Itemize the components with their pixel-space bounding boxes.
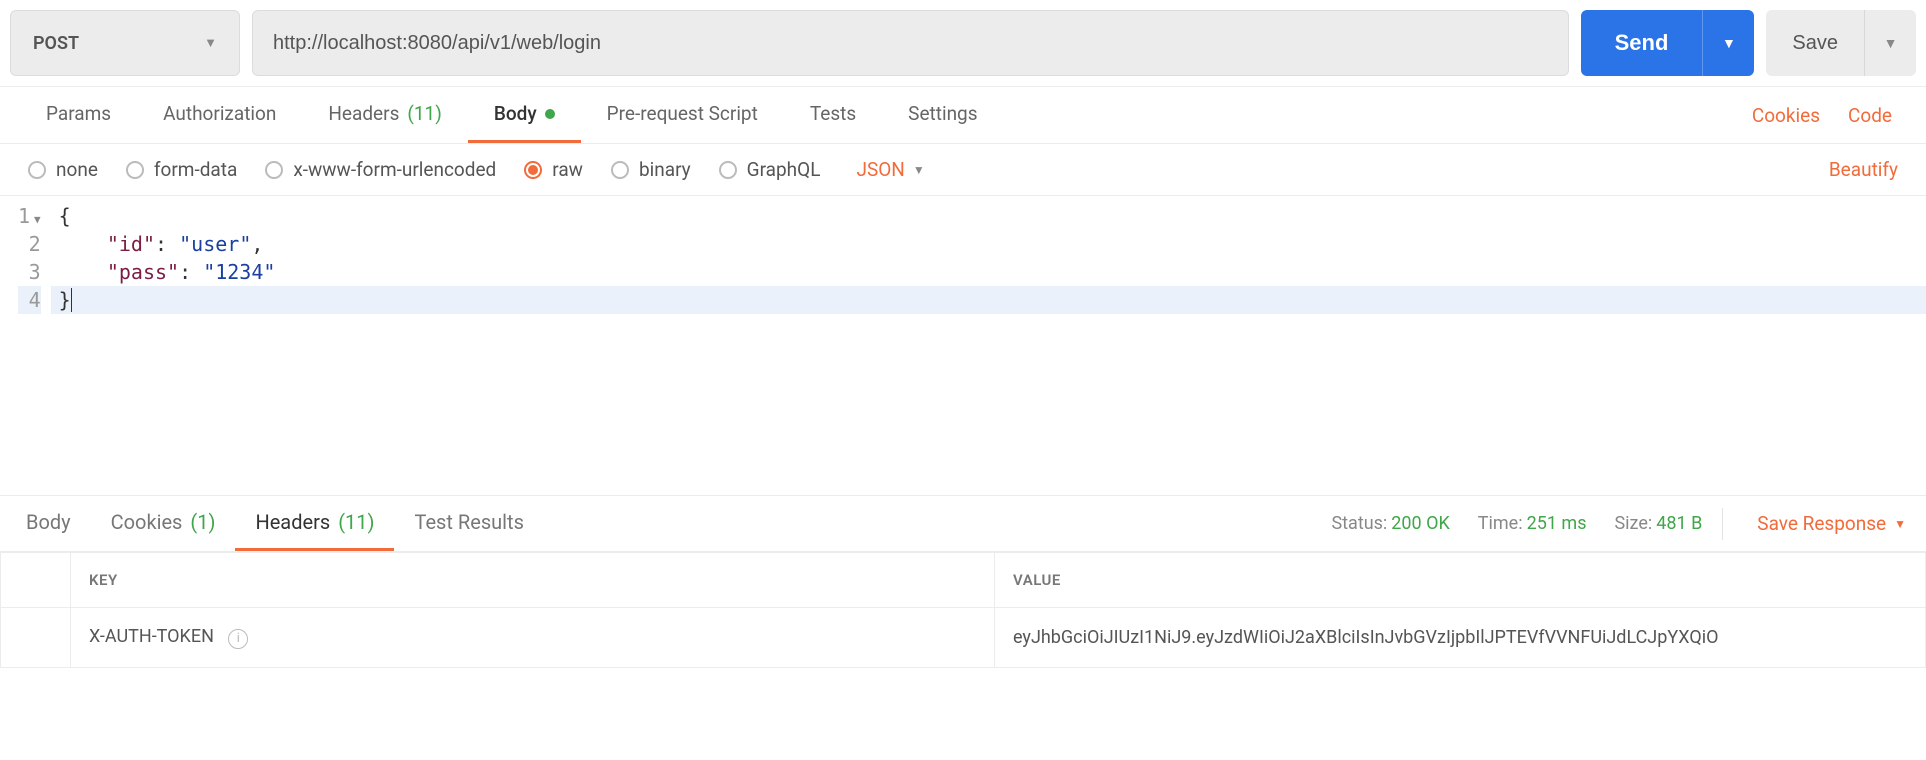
code-token: : [155, 232, 179, 256]
chevron-down-icon: ▼ [204, 35, 217, 51]
request-body-editor[interactable]: 1▼ 2 3 4 { "id": "user", "pass": "1234" … [0, 196, 1926, 496]
response-meta: Status:200 OK Time:251 ms Size:481 B [1331, 513, 1702, 534]
code-token: , [251, 232, 263, 256]
code-token: { [59, 204, 71, 228]
code-token: "user" [179, 232, 251, 256]
tab-label: Settings [908, 102, 977, 125]
radio-label: x-www-form-urlencoded [293, 158, 496, 181]
chevron-down-icon: ▼ [1884, 35, 1898, 51]
radio-icon [524, 161, 542, 179]
radio-icon [28, 161, 46, 179]
size-label: Size: [1614, 513, 1652, 534]
editor-content[interactable]: { "id": "user", "pass": "1234" } [51, 196, 1926, 495]
body-type-raw[interactable]: raw [524, 158, 583, 181]
body-type-urlencoded[interactable]: x-www-form-urlencoded [265, 158, 496, 181]
chevron-down-icon: ▼ [913, 163, 925, 177]
tab-label: Authorization [163, 102, 276, 125]
radio-label: GraphQL [747, 158, 821, 181]
radio-label: none [56, 158, 98, 181]
tab-label: Tests [810, 102, 856, 125]
dot-indicator-icon [545, 109, 555, 119]
info-icon[interactable]: i [228, 629, 248, 649]
header-key: X-AUTH-TOKEN [89, 626, 214, 647]
headers-count-badge: (11) [338, 510, 374, 534]
cookies-link[interactable]: Cookies [1738, 104, 1834, 127]
response-tab-test-results[interactable]: Test Results [394, 496, 543, 551]
tab-label: Params [46, 102, 111, 125]
tab-label: Headers [328, 102, 399, 125]
editor-gutter: 1▼ 2 3 4 [0, 196, 51, 495]
code-token: : [179, 260, 203, 284]
body-format-select[interactable]: JSON ▼ [856, 158, 924, 181]
tab-settings[interactable]: Settings [882, 87, 1003, 143]
headers-count-badge: (11) [407, 102, 441, 125]
time-value: 251 ms [1527, 513, 1587, 534]
table-header-value: VALUE [995, 553, 1926, 608]
body-type-binary[interactable]: binary [611, 158, 691, 181]
chevron-down-icon: ▼ [1722, 35, 1736, 51]
code-token: "id" [107, 232, 155, 256]
body-type-graphql[interactable]: GraphQL [719, 158, 821, 181]
table-header-key: KEY [71, 553, 995, 608]
tab-label: Cookies [111, 510, 183, 534]
radio-icon [265, 161, 283, 179]
beautify-link[interactable]: Beautify [1829, 158, 1898, 181]
code-token: "1234" [203, 260, 275, 284]
tab-label: Body [26, 510, 71, 534]
tab-label: Test Results [414, 510, 523, 534]
tab-prerequest-script[interactable]: Pre-request Script [581, 87, 784, 143]
save-response-button[interactable]: Save Response ▼ [1743, 512, 1920, 535]
tab-body[interactable]: Body [468, 87, 581, 143]
size-value: 481 B [1656, 513, 1702, 534]
tab-label: Body [494, 102, 537, 125]
send-button[interactable]: Send [1581, 10, 1703, 76]
body-format-label: JSON [856, 158, 904, 181]
response-tab-headers[interactable]: Headers (11) [235, 496, 394, 551]
tab-label: Headers [255, 510, 330, 534]
radio-icon [611, 161, 629, 179]
radio-label: raw [552, 158, 583, 181]
radio-label: form-data [154, 158, 237, 181]
header-value-cell: eyJhbGciOiJIUzI1NiJ9.eyJzdWIiOiJ2aXBlciI… [995, 608, 1926, 668]
http-method-value: POST [33, 33, 79, 54]
code-token: "pass" [107, 260, 179, 284]
table-row[interactable]: X-AUTH-TOKEN i eyJhbGciOiJIUzI1NiJ9.eyJz… [1, 608, 1926, 668]
radio-label: binary [639, 158, 691, 181]
response-headers-table: KEY VALUE X-AUTH-TOKEN i eyJhbGciOiJIUzI… [0, 552, 1926, 668]
response-tab-cookies[interactable]: Cookies (1) [91, 496, 236, 551]
status-label: Status: [1331, 513, 1387, 534]
tab-label: Pre-request Script [607, 102, 758, 125]
code-token: } [59, 288, 72, 312]
divider [1722, 508, 1723, 540]
request-url-input[interactable] [252, 10, 1569, 76]
header-key-cell: X-AUTH-TOKEN i [71, 608, 995, 668]
chevron-down-icon: ▼ [1894, 517, 1906, 531]
save-response-label: Save Response [1757, 512, 1886, 535]
http-method-select[interactable]: POST ▼ [10, 10, 240, 76]
tab-tests[interactable]: Tests [784, 87, 882, 143]
tab-headers[interactable]: Headers (11) [302, 87, 467, 143]
cookies-count-badge: (1) [190, 510, 215, 534]
row-handle[interactable] [1, 608, 71, 668]
tab-params[interactable]: Params [20, 87, 137, 143]
body-type-formdata[interactable]: form-data [126, 158, 237, 181]
response-tab-body[interactable]: Body [6, 496, 91, 551]
radio-icon [126, 161, 144, 179]
radio-icon [719, 161, 737, 179]
tab-authorization[interactable]: Authorization [137, 87, 302, 143]
time-label: Time: [1478, 513, 1523, 534]
send-dropdown-button[interactable]: ▼ [1702, 10, 1754, 76]
save-dropdown-button[interactable]: ▼ [1864, 10, 1916, 76]
code-link[interactable]: Code [1834, 104, 1906, 127]
body-type-none[interactable]: none [28, 158, 98, 181]
status-value: 200 OK [1391, 513, 1450, 534]
table-header-handle [1, 553, 71, 608]
save-button[interactable]: Save [1766, 10, 1864, 76]
